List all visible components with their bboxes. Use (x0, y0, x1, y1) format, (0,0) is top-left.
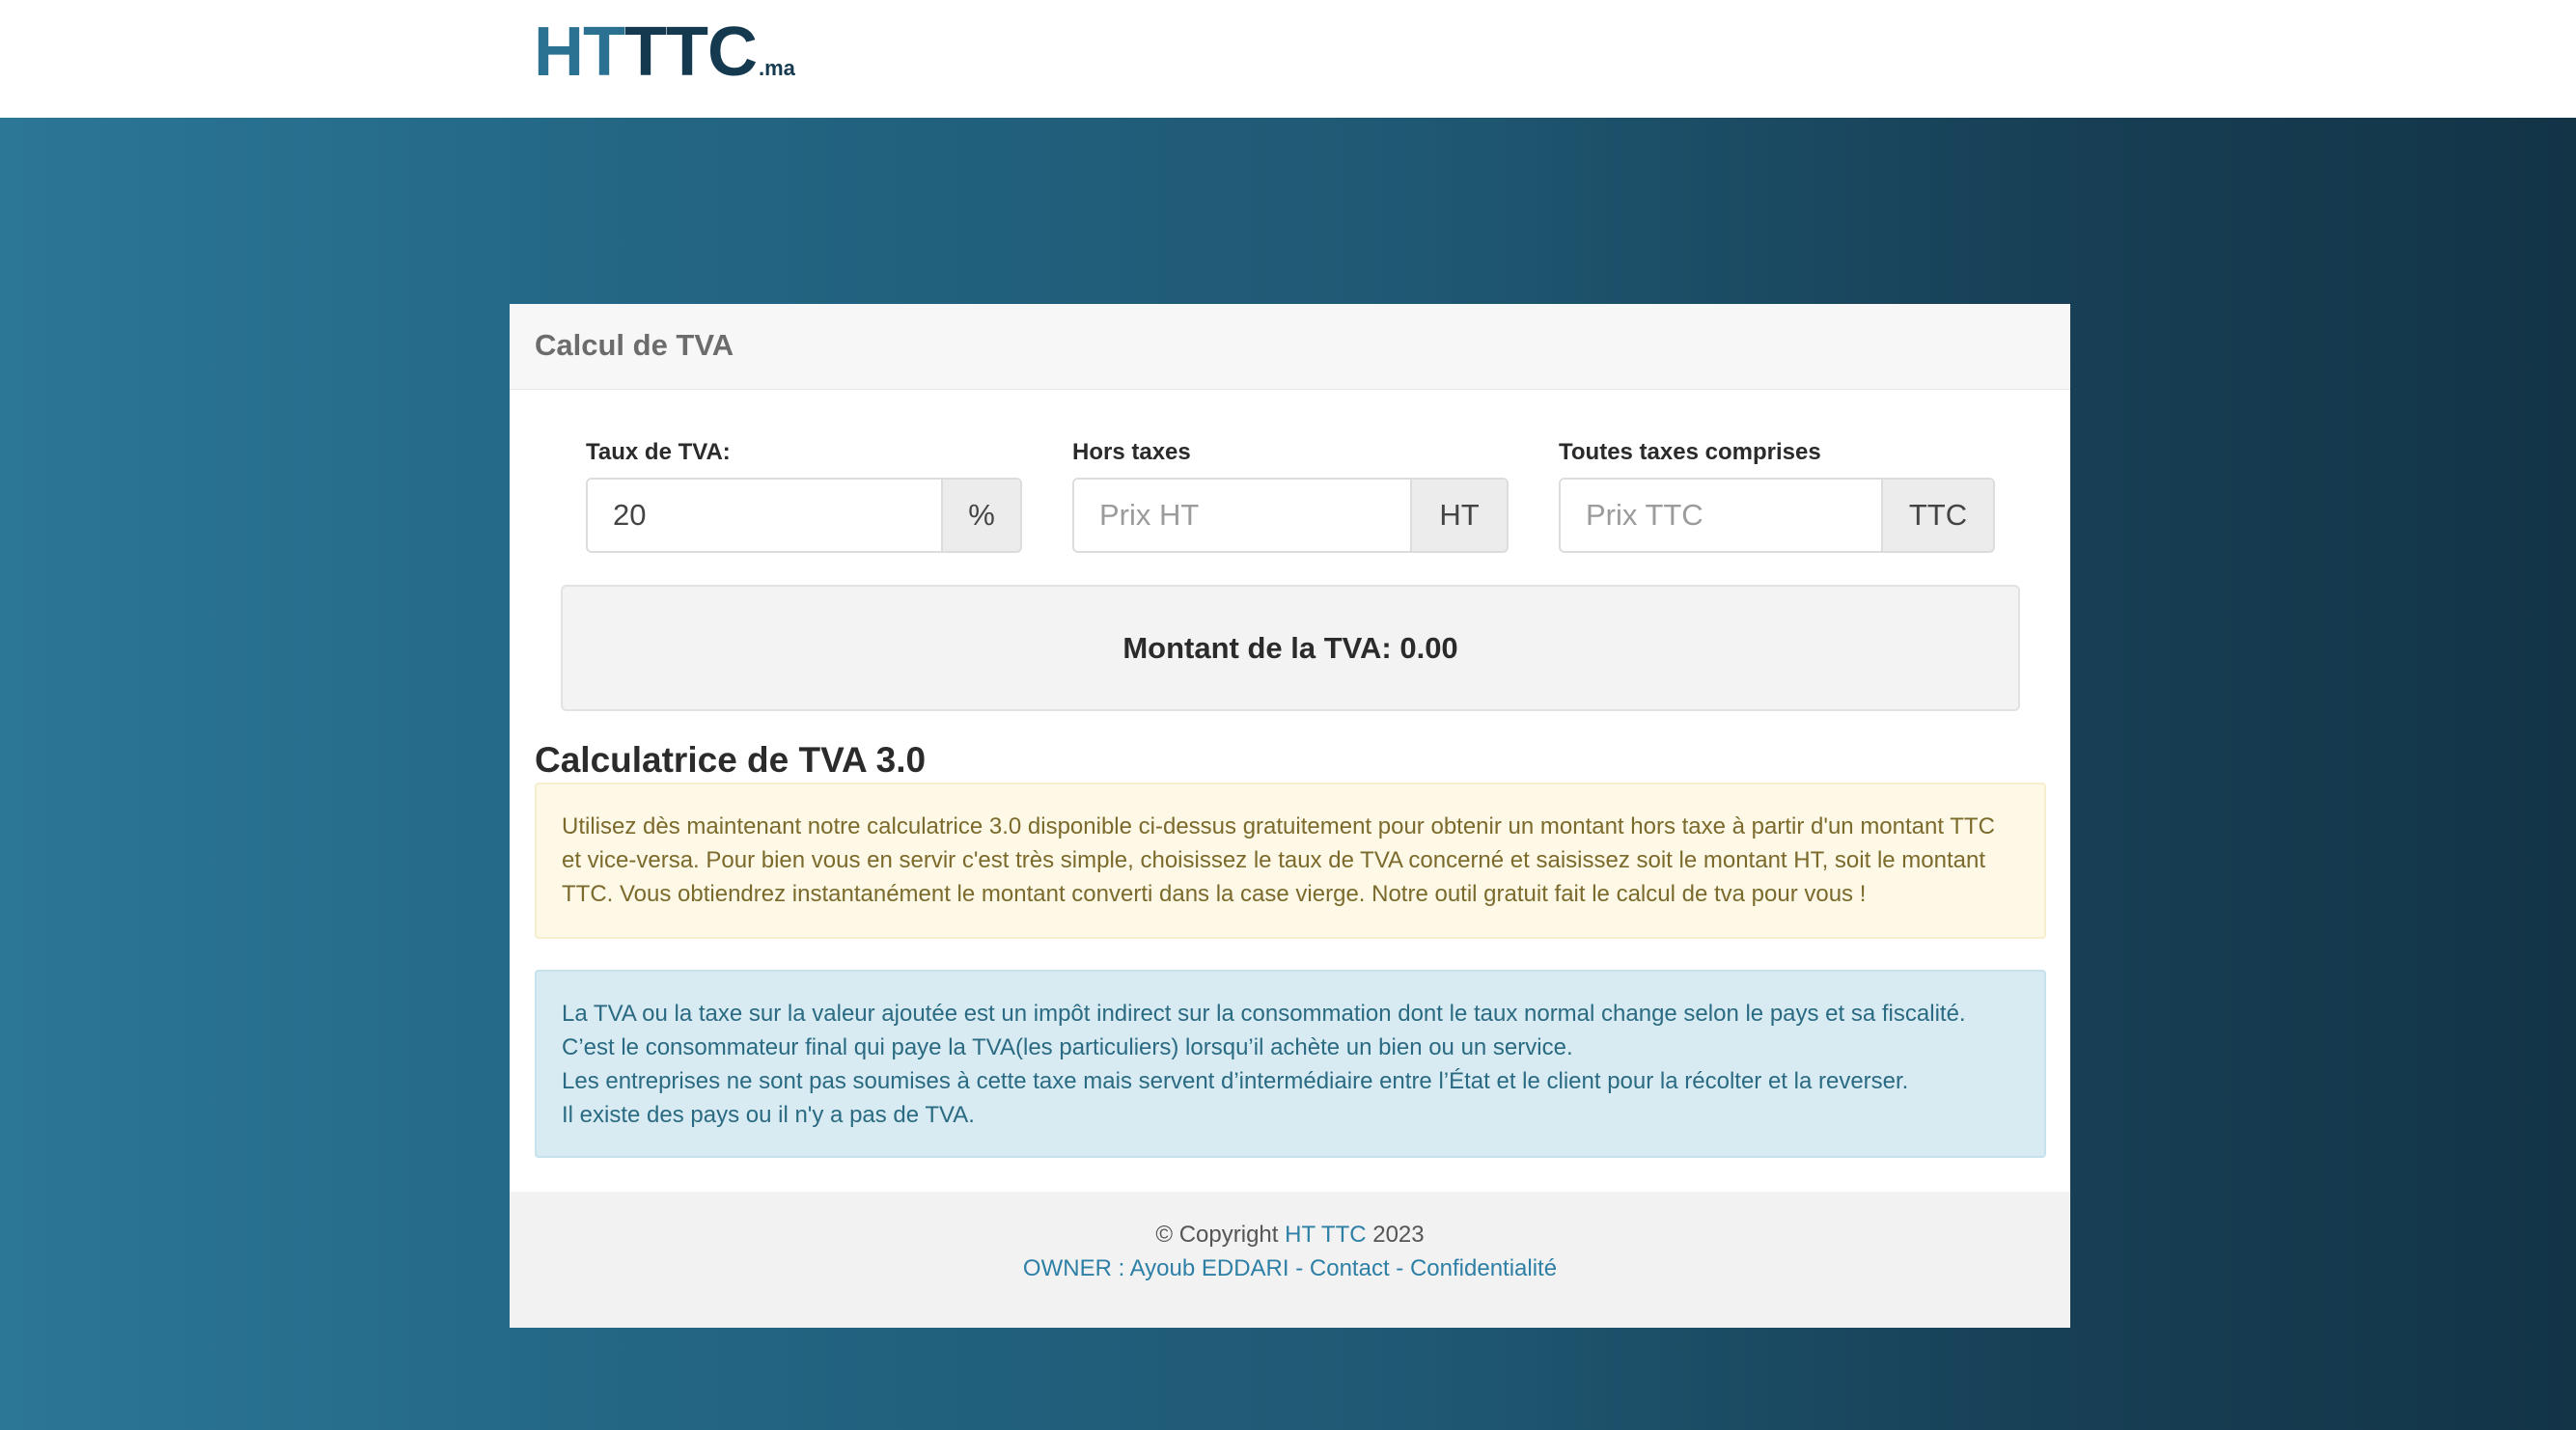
info-line: C’est le consommateur final qui paye la … (562, 1034, 1573, 1060)
top-navbar: HTTTC.ma (0, 0, 2576, 118)
usage-notice: Utilisez dès maintenant notre calculatri… (535, 783, 2046, 939)
info-line: La TVA ou la taxe sur la valeur ajoutée … (562, 1001, 1966, 1027)
logo-ht: HT (534, 14, 625, 91)
ttc-input[interactable] (1561, 480, 1881, 551)
footer-separator: - (1396, 1255, 1404, 1281)
ttc-input-group: TTC (1559, 478, 1995, 553)
owner-link[interactable]: OWNER : Ayoub EDDARI (1023, 1255, 1289, 1281)
ht-label: Hors taxes (1072, 439, 1191, 465)
ttc-label: Toutes taxes comprises (1559, 439, 1821, 465)
site-logo[interactable]: HTTTC.ma (534, 14, 795, 107)
footer-separator: - (1295, 1255, 1304, 1281)
ht-input-group: HT (1072, 478, 1509, 553)
percent-addon: % (941, 480, 1020, 551)
vat-amount-result: Montant de la TVA: 0.00 (561, 585, 2020, 711)
copyright-line: © Copyright HT TTC 2023 (510, 1218, 2070, 1251)
vat-amount-label: Montant de la TVA: 0.00 (1122, 630, 1458, 665)
contact-link[interactable]: Contact (1310, 1255, 1390, 1281)
ht-field: Hors taxes HT (1072, 439, 1509, 553)
rate-input[interactable] (588, 480, 941, 551)
info-line: Les entreprises ne sont pas soumises à c… (562, 1068, 1909, 1094)
ttc-addon: TTC (1881, 480, 1993, 551)
card-title: Calcul de TVA (535, 328, 734, 362)
copyright-prefix: © Copyright (1155, 1222, 1279, 1248)
copyright-link[interactable]: HT TTC (1285, 1222, 1366, 1248)
rate-field: Taux de TVA: % (586, 439, 1022, 553)
calculator-heading: Calculatrice de TVA 3.0 (535, 740, 927, 780)
rate-label: Taux de TVA: (586, 439, 731, 465)
vat-info-box: La TVA ou la taxe sur la valeur ajoutée … (535, 970, 2046, 1158)
copyright-year: 2023 (1372, 1222, 1425, 1248)
info-line: Il existe des pays ou il n'y a pas de TV… (562, 1102, 975, 1128)
page-footer: © Copyright HT TTC 2023 OWNER : Ayoub ED… (510, 1192, 2070, 1328)
logo-ttc: TTC (623, 14, 758, 91)
footer-links: OWNER : Ayoub EDDARI - Contact - Confide… (510, 1251, 2070, 1285)
rate-input-group: % (586, 478, 1022, 553)
vat-calculator-card: Calcul de TVA Taux de TVA: % Hors taxes … (510, 304, 2070, 1328)
ht-addon: HT (1410, 480, 1507, 551)
logo-suffix: .ma (758, 56, 795, 80)
ttc-field: Toutes taxes comprises TTC (1559, 439, 1995, 553)
ht-input[interactable] (1074, 480, 1410, 551)
card-header: Calcul de TVA (510, 304, 2070, 390)
privacy-link[interactable]: Confidentialité (1410, 1255, 1557, 1281)
